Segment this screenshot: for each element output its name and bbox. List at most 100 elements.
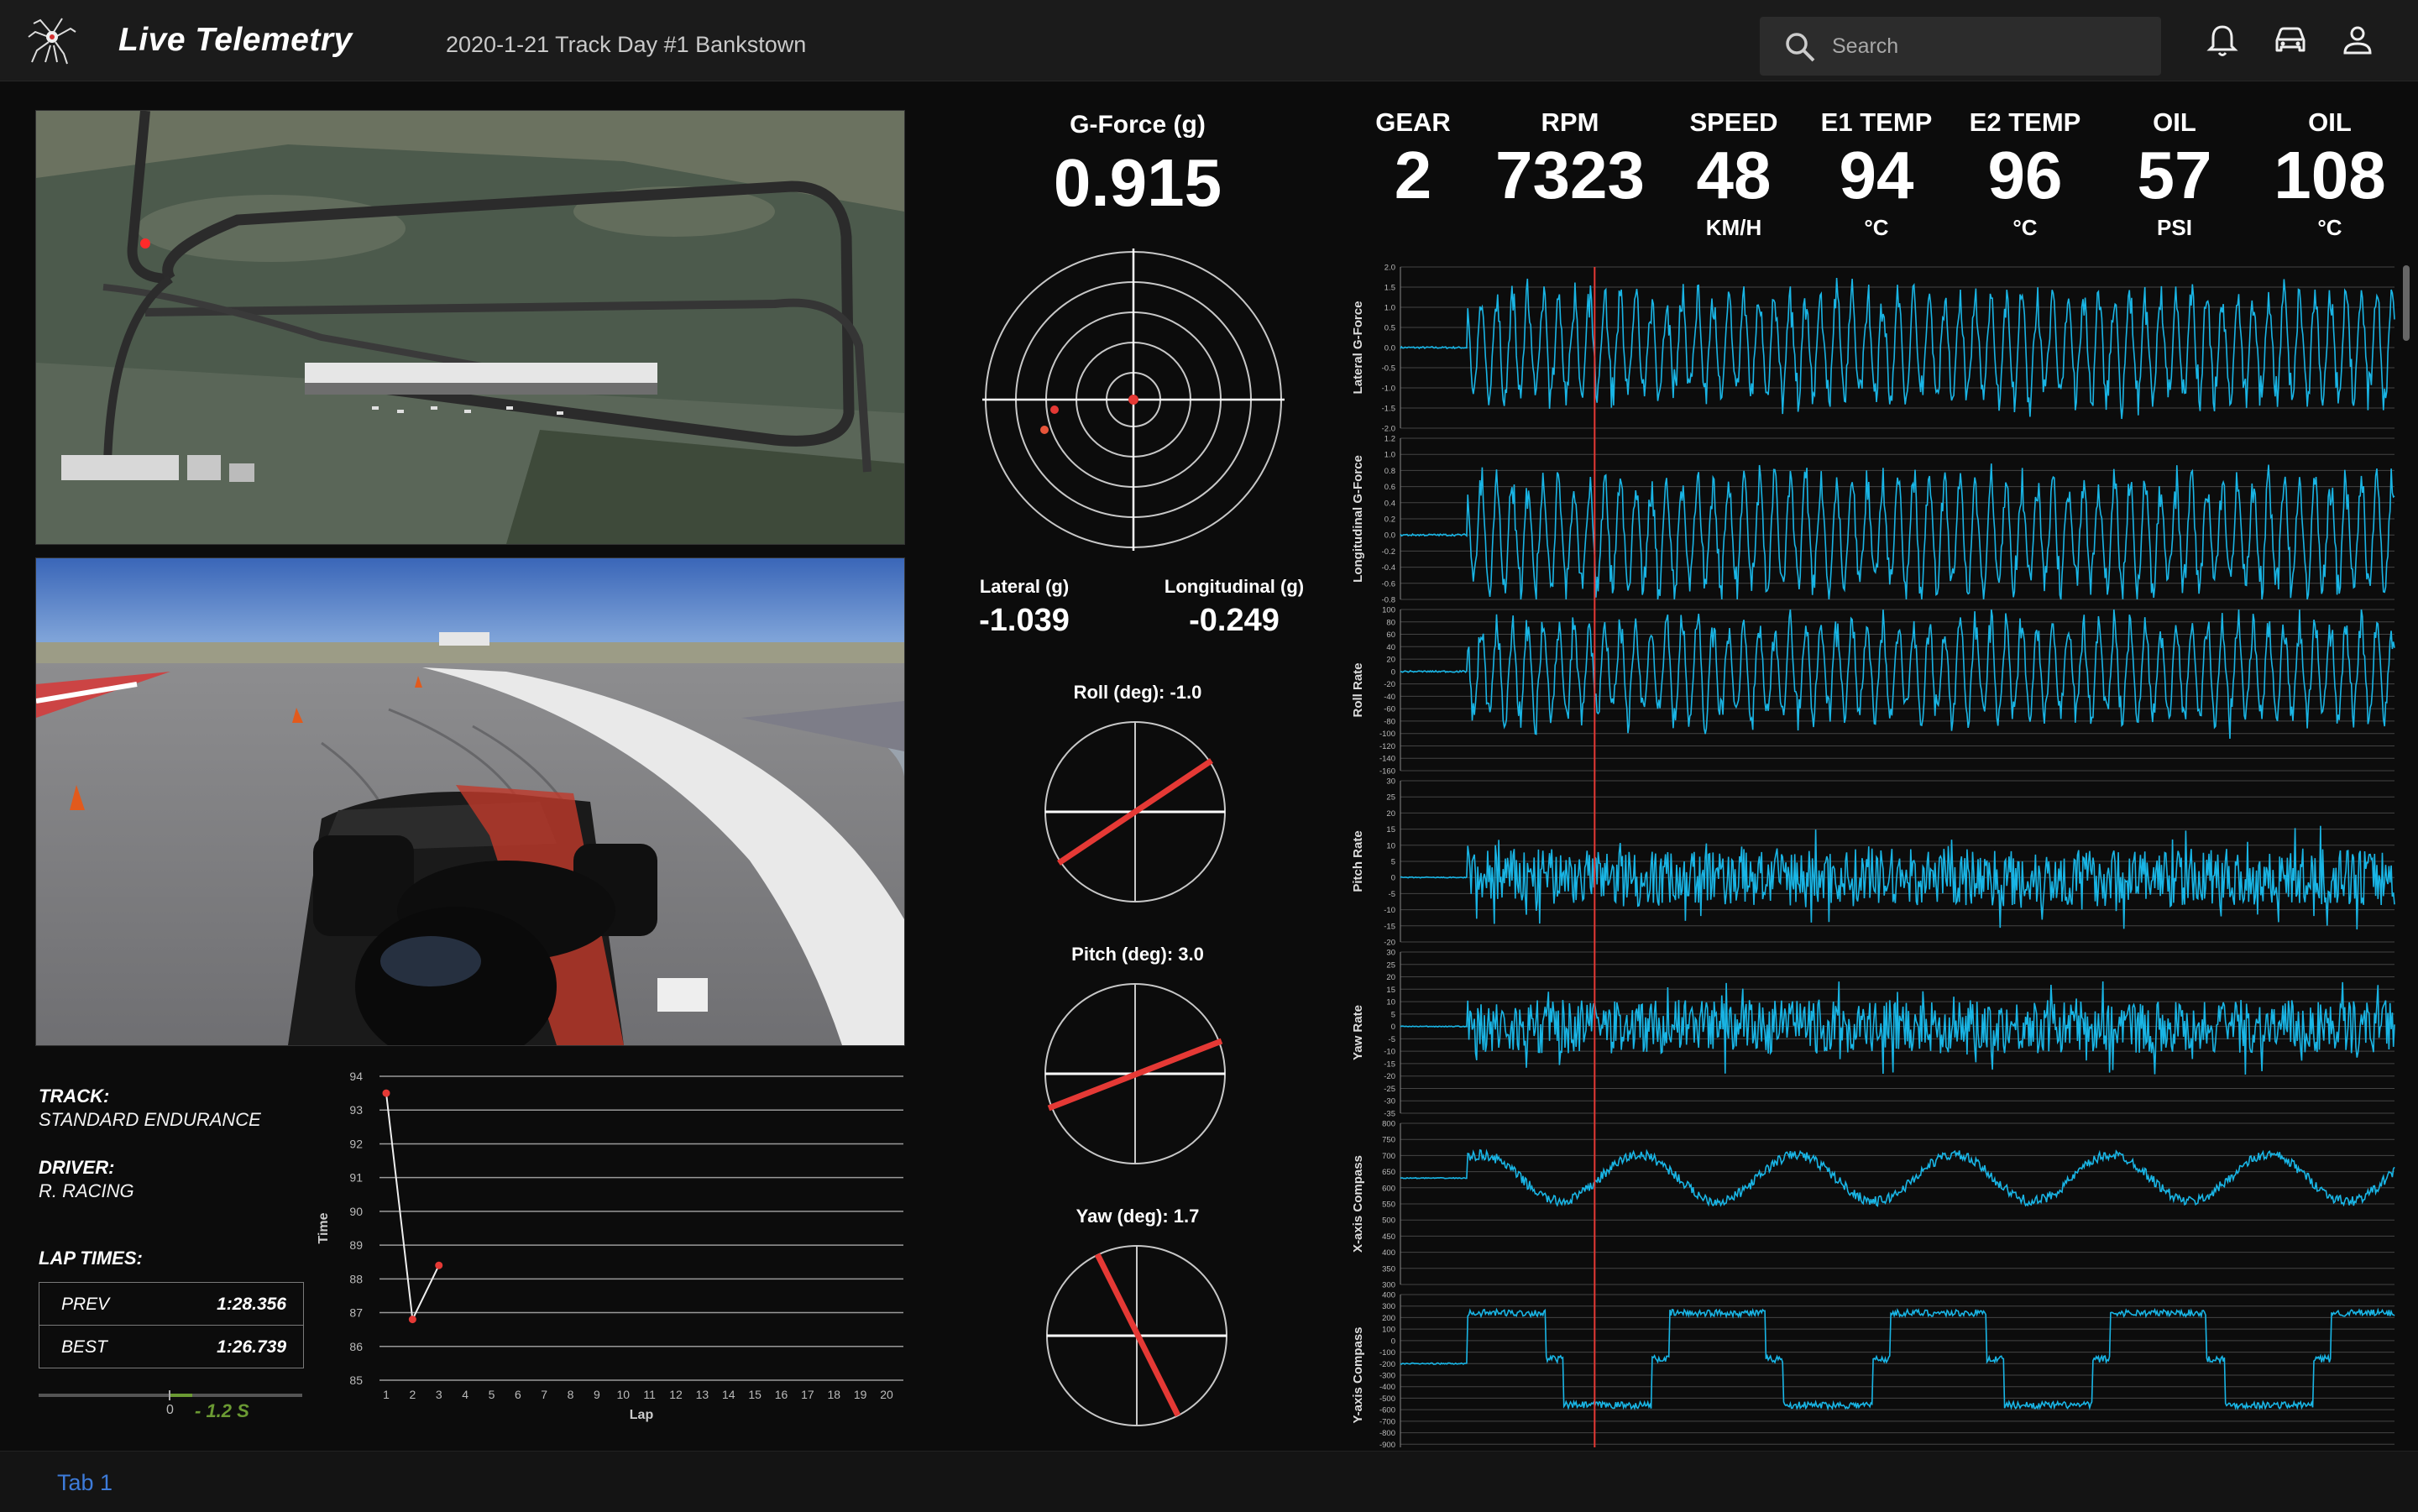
notifications-bell-icon[interactable]	[2204, 22, 2241, 59]
onboard-camera-view[interactable]	[35, 557, 905, 1046]
driver-value: R. RACING	[39, 1180, 134, 1201]
y-tick-label: 750	[1382, 1136, 1395, 1145]
trace-panel	[1400, 610, 2394, 771]
yaw-attitude-gauge	[1046, 1245, 1227, 1426]
y-tick-label: 90	[349, 1205, 363, 1218]
stat-e2-temp: E2 TEMP 96 °C	[1958, 107, 2092, 241]
y-tick-label: -10	[1384, 1048, 1395, 1057]
y-tick-label: -100	[1379, 1348, 1395, 1358]
series-label: Y-axis Compass	[1351, 1326, 1365, 1423]
y-tick-label: 88	[349, 1272, 363, 1285]
x-tick-label: 2	[409, 1388, 416, 1401]
search-input[interactable]	[1830, 29, 2144, 64]
stat-value: 2	[1394, 138, 1432, 212]
y-tick-label: 550	[1382, 1201, 1395, 1210]
y-axis-label: Time	[317, 1212, 331, 1243]
bottom-tab-bar: Tab 1	[0, 1451, 2418, 1512]
series-label: Roll Rate	[1351, 662, 1365, 717]
y-tick-label: -160	[1379, 767, 1395, 777]
y-tick-label: 25	[1386, 960, 1395, 970]
x-tick-label: 12	[669, 1388, 683, 1401]
y-tick-label: 20	[1386, 656, 1395, 665]
y-tick-label: 89	[349, 1238, 363, 1252]
y-tick-label: 0.8	[1384, 467, 1395, 476]
telemetry-traces-chart[interactable]: 2.0 1.5 1.0 0.5 0.0 -0.5 -1.0 -1.5 -2.0 Lateral G…	[1343, 257, 2401, 1447]
stat-label: RPM	[1541, 107, 1599, 137]
y-tick-label: -35	[1384, 1110, 1395, 1119]
x-axis-label: Lap	[630, 1408, 654, 1422]
y-tick-label: 87	[349, 1306, 363, 1320]
spider-logo-icon[interactable]	[25, 15, 79, 65]
delta-zero-tick	[169, 1390, 170, 1400]
y-tick-label: 0.5	[1384, 324, 1395, 333]
session-title: 2020-1-21 Track Day #1 Bankstown	[446, 32, 807, 57]
driver-label: DRIVER:	[39, 1157, 115, 1178]
y-tick-label: -200	[1379, 1360, 1395, 1369]
x-tick-label: 3	[436, 1388, 442, 1401]
gforce-value: 0.915	[1053, 145, 1222, 220]
scrollbar[interactable]	[2403, 265, 2410, 341]
y-tick-label: -5	[1389, 1035, 1395, 1044]
y-tick-label: -600	[1379, 1406, 1395, 1415]
lap-time-point	[382, 1089, 390, 1097]
y-tick-label: 30	[1386, 777, 1395, 787]
x-tick-label: 17	[801, 1388, 814, 1401]
gforce-center-dot	[1128, 395, 1138, 405]
y-tick-label: 92	[349, 1137, 363, 1150]
tab-1[interactable]: Tab 1	[57, 1470, 113, 1496]
y-tick-label: -500	[1379, 1394, 1395, 1404]
y-tick-label: 600	[1382, 1184, 1395, 1193]
y-tick-label: 15	[1386, 986, 1395, 995]
stat-unit: °C	[2317, 215, 2342, 240]
lap-time-chart: 949392919089888786851 2 3 4 5 6 7 8 9 10 11 12 13 14 1…	[317, 1070, 903, 1422]
x-tick-label: 14	[722, 1388, 735, 1401]
lap-row-prev: PREV 1:28.356	[39, 1283, 303, 1326]
y-tick-label: 86	[349, 1340, 363, 1353]
track-satellite-map[interactable]	[35, 110, 905, 545]
y-tick-label: -0.5	[1382, 364, 1395, 374]
stat-gear: GEAR 2	[1350, 107, 1476, 215]
gforce-current-dot	[1050, 405, 1059, 414]
x-tick-label: 18	[827, 1388, 840, 1401]
y-tick-label: 500	[1382, 1216, 1395, 1226]
y-tick-label: -15	[1384, 1059, 1395, 1069]
stat-oil-temp: OIL 108 °C	[2258, 107, 2401, 241]
stat-label: OIL	[2308, 107, 2352, 137]
stat-label: OIL	[2153, 107, 2196, 137]
y-tick-label: 100	[1382, 606, 1395, 615]
x-tick-label: 13	[696, 1388, 709, 1401]
y-tick-label: 300	[1382, 1302, 1395, 1311]
stat-unit: °C	[2012, 215, 2038, 240]
y-tick-label: 25	[1386, 793, 1395, 803]
y-tick-label: 200	[1382, 1314, 1395, 1323]
car-icon[interactable]	[2272, 22, 2309, 59]
x-tick-label: 8	[568, 1388, 574, 1401]
y-tick-label: -30	[1384, 1097, 1395, 1107]
stat-label: GEAR	[1375, 107, 1451, 137]
y-tick-label: -60	[1384, 705, 1395, 714]
y-tick-label: -1.0	[1382, 385, 1395, 394]
y-tick-label: -20	[1384, 1072, 1395, 1081]
y-tick-label: 400	[1382, 1291, 1395, 1300]
account-icon[interactable]	[2339, 22, 2376, 59]
x-tick-label: 11	[643, 1388, 656, 1401]
y-tick-label: -120	[1379, 742, 1395, 751]
y-tick-label: -0.8	[1382, 596, 1395, 605]
y-tick-label: -900	[1379, 1441, 1395, 1447]
y-tick-label: -80	[1384, 717, 1395, 726]
y-tick-label: 5	[1391, 858, 1395, 867]
stat-unit: °C	[1864, 215, 1889, 240]
x-tick-label: 5	[489, 1388, 495, 1401]
stat-speed: SPEED 48 KM/H	[1671, 107, 1797, 241]
search-box[interactable]	[1760, 17, 2161, 76]
gforce-title: G-Force (g)	[1070, 111, 1206, 139]
y-tick-label: 91	[349, 1171, 363, 1185]
series-label: Yaw Rate	[1351, 1005, 1365, 1060]
x-tick-label: 9	[594, 1388, 600, 1401]
delta-value: - 1.2 S	[195, 1400, 249, 1421]
x-tick-label: 7	[541, 1388, 547, 1401]
y-tick-label: -2.0	[1382, 425, 1395, 434]
best-lap-time: 1:26.739	[217, 1337, 286, 1357]
x-tick-label: 6	[515, 1388, 521, 1401]
x-tick-label: 19	[854, 1388, 867, 1401]
